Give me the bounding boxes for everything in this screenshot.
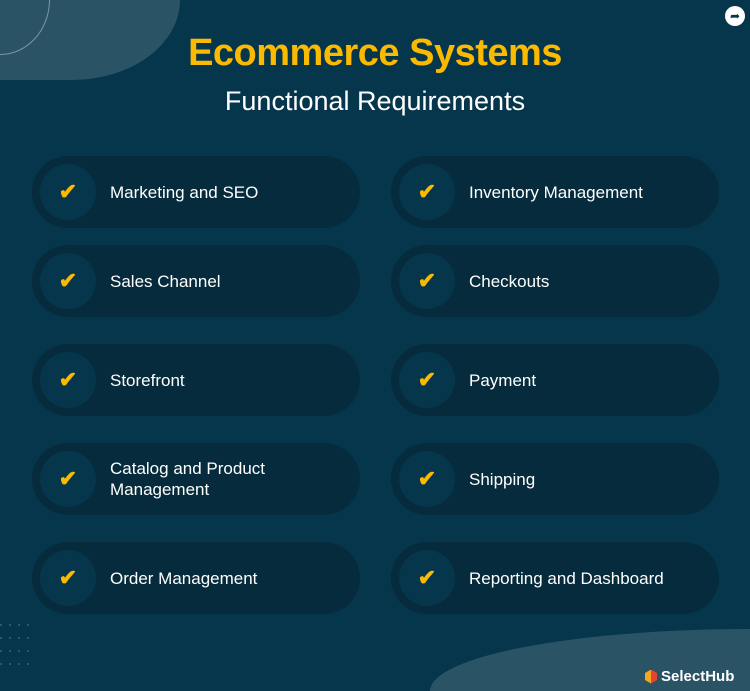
page-title: Ecommerce Systems — [188, 32, 562, 74]
requirement-label: Reporting and Dashboard — [469, 568, 664, 588]
check-icon: ✔ — [399, 253, 455, 309]
check-icon: ✔ — [399, 550, 455, 606]
logo-icon — [645, 669, 657, 684]
requirement-item: ✔ Catalog and Product Management — [32, 443, 360, 515]
check-icon: ✔ — [40, 164, 96, 220]
requirement-label: Storefront — [110, 370, 185, 390]
requirement-label: Checkouts — [469, 271, 550, 291]
requirement-item: ✔ Sales Channel — [32, 245, 360, 317]
requirement-item: ✔ Reporting and Dashboard — [391, 542, 719, 614]
check-icon: ✔ — [40, 451, 96, 507]
requirement-item: ✔ Payment — [391, 344, 719, 416]
check-icon: ✔ — [399, 164, 455, 220]
requirement-item: ✔ Shipping — [391, 443, 719, 515]
requirement-label: Shipping — [469, 469, 536, 489]
check-icon: ✔ — [40, 253, 96, 309]
page-subtitle: Functional Requirements — [224, 86, 526, 116]
check-icon: ✔ — [399, 451, 455, 507]
check-icon: ✔ — [40, 352, 96, 408]
requirement-item: ✔ Marketing and SEO — [32, 156, 360, 228]
requirement-item: ✔ Checkouts — [391, 245, 719, 317]
requirement-item: ✔ Storefront — [32, 344, 360, 416]
share-icon[interactable]: ➦ — [725, 6, 745, 26]
requirement-label: Marketing and SEO — [110, 182, 259, 202]
requirement-label: Sales Channel — [110, 271, 221, 291]
selecthub-logo: SelectHub — [645, 668, 734, 685]
check-icon: ✔ — [399, 352, 455, 408]
requirement-label: Catalog and Product Management — [110, 459, 265, 499]
requirement-label: Payment — [469, 370, 537, 390]
requirement-item: ✔ Order Management — [32, 542, 360, 614]
dot-pattern — [0, 624, 36, 665]
requirement-item: ✔ Inventory Management — [391, 156, 719, 228]
check-icon: ✔ — [40, 550, 96, 606]
requirement-label: Inventory Management — [469, 182, 643, 202]
requirement-label: Order Management — [110, 568, 258, 588]
